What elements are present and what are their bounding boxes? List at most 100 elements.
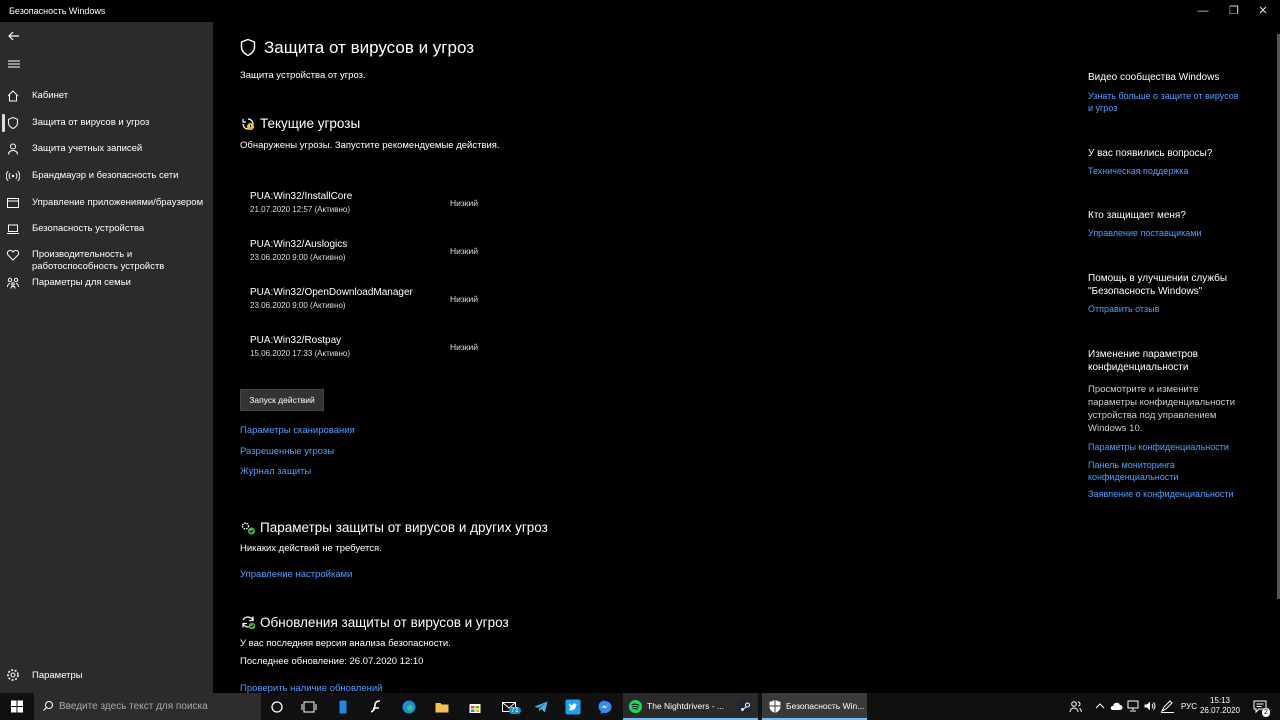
cortana-button[interactable] bbox=[262, 693, 292, 720]
taskbar-app-mail[interactable]: 71 bbox=[494, 693, 526, 720]
steam-icon bbox=[738, 700, 752, 714]
sidebar-item-firewall[interactable]: Брандмауэр и безопасность сети bbox=[0, 163, 213, 189]
scan-options-link[interactable]: Параметры сканирования bbox=[240, 425, 355, 436]
taskbar-app-label: Безопасность Win... bbox=[786, 701, 865, 711]
sidebar: Кабинет Защита от вирусов и угроз Защита… bbox=[0, 22, 213, 693]
privacy-settings-link[interactable]: Параметры конфиденциальности bbox=[1088, 441, 1258, 453]
tray-volume-button[interactable] bbox=[1142, 693, 1158, 720]
sidebar-item-settings[interactable]: Параметры bbox=[0, 662, 213, 688]
taskbar-app-telegram[interactable] bbox=[526, 693, 556, 720]
updates-status: У вас последняя версия анализа безопасно… bbox=[240, 638, 451, 649]
twitter-icon bbox=[565, 699, 581, 715]
mail-badge: 71 bbox=[509, 707, 521, 714]
privacy-heading: Изменение параметров конфиденциальности bbox=[1088, 349, 1198, 373]
sidebar-item-account-protection[interactable]: Защита учетных записей bbox=[0, 136, 213, 162]
questions-heading: У вас появились вопросы? bbox=[1088, 148, 1213, 159]
taskbar-app-flstudio[interactable] bbox=[361, 693, 391, 720]
people-icon bbox=[1069, 701, 1082, 713]
search-placeholder: Введите здесь текст для поиска bbox=[59, 701, 208, 712]
fl-app-icon bbox=[370, 700, 381, 713]
telegram-icon bbox=[534, 701, 548, 713]
threat-date: 23.06.2020 9:00 (Активно) bbox=[250, 301, 346, 310]
section-title-protection-settings: Параметры защиты от вирусов и других угр… bbox=[260, 520, 548, 535]
spotify-icon bbox=[628, 699, 643, 714]
page-title: Защита от вирусов и угроз bbox=[264, 38, 475, 57]
family-icon bbox=[7, 277, 19, 289]
chevron-up-icon bbox=[1095, 703, 1105, 709]
sidebar-item-device-security[interactable]: Безопасность устройства bbox=[0, 216, 213, 242]
title-bar: Безопасность Windows — ❐ ✕ bbox=[0, 0, 1280, 22]
tray-overflow-button[interactable] bbox=[1093, 693, 1107, 720]
threat-level: Низкий bbox=[450, 342, 478, 352]
action-center-button[interactable]: 2 bbox=[1248, 693, 1276, 720]
threat-date: 21.07.2020 12:57 (Активно) bbox=[250, 205, 351, 214]
wifi-signal-icon bbox=[6, 170, 20, 182]
tray-people-button[interactable] bbox=[1066, 693, 1086, 720]
send-feedback-link[interactable]: Отправить отзыв bbox=[1088, 303, 1258, 315]
protection-settings-description: Никаких действий не требуется. bbox=[240, 543, 382, 554]
home-icon bbox=[7, 90, 19, 102]
taskbar-app-explorer[interactable] bbox=[427, 693, 457, 720]
taskbar-search-box[interactable]: Введите здесь текст для поиска bbox=[34, 693, 261, 720]
folder-icon bbox=[435, 703, 449, 713]
sidebar-item-label: Кабинет bbox=[32, 90, 69, 101]
taskbar-app-twitter[interactable] bbox=[558, 693, 588, 720]
cortana-circle-icon bbox=[271, 701, 283, 713]
back-button[interactable] bbox=[4, 26, 24, 46]
sidebar-item-label: Брандмауэр и безопасность сети bbox=[32, 170, 179, 181]
threat-item[interactable]: PUA:Win32/OpenDownloadManager 23.06.2020… bbox=[250, 287, 550, 321]
privacy-statement-link[interactable]: Заявление о конфиденциальности bbox=[1088, 488, 1258, 500]
threat-name: PUA:Win32/Rostpay bbox=[250, 335, 342, 346]
hamburger-menu-button[interactable] bbox=[4, 54, 24, 74]
taskbar-app-steam[interactable] bbox=[730, 693, 760, 720]
sidebar-item-app-browser-control[interactable]: Управление приложениями/браузером bbox=[0, 190, 213, 216]
tray-keyboard-button[interactable] bbox=[1159, 693, 1177, 720]
windows-logo-icon bbox=[11, 700, 23, 713]
taskbar-app-store[interactable] bbox=[460, 693, 490, 720]
threat-name: PUA:Win32/Auslogics bbox=[250, 239, 348, 250]
language-indicator[interactable]: РУС bbox=[1181, 702, 1197, 711]
start-button[interactable] bbox=[0, 693, 34, 720]
taskbar-app-phone[interactable] bbox=[328, 693, 358, 720]
shield-icon bbox=[769, 700, 781, 713]
threat-item[interactable]: PUA:Win32/InstallCore 21.07.2020 12:57 (… bbox=[250, 191, 550, 225]
manage-providers-link[interactable]: Управление поставщиками bbox=[1088, 227, 1258, 239]
taskbar-app-messenger[interactable] bbox=[590, 693, 620, 720]
allowed-threats-link[interactable]: Разрешенные угрозы bbox=[240, 446, 334, 457]
manage-settings-link[interactable]: Управление настройками bbox=[240, 569, 352, 580]
threat-item[interactable]: PUA:Win32/Auslogics 23.06.2020 9:00 (Акт… bbox=[250, 239, 550, 273]
taskbar-app-windows-security[interactable]: Безопасность Win... bbox=[762, 693, 867, 720]
threat-level: Низкий bbox=[450, 198, 478, 208]
taskbar-app-edge[interactable] bbox=[394, 693, 424, 720]
sidebar-item-label: Параметры bbox=[32, 670, 83, 681]
heart-icon bbox=[6, 249, 20, 261]
close-button[interactable]: ✕ bbox=[1246, 2, 1280, 20]
minimize-button[interactable]: — bbox=[1186, 2, 1220, 20]
privacy-description: Просмотрите и измените параметры конфиден… bbox=[1088, 384, 1236, 434]
tech-support-link[interactable]: Техническая поддержка bbox=[1088, 165, 1258, 177]
taskbar-clock[interactable]: 15:13 26.07.2020 bbox=[1198, 696, 1242, 716]
person-icon bbox=[8, 143, 18, 155]
start-actions-button[interactable]: Запуск действий bbox=[240, 389, 324, 411]
back-arrow-icon bbox=[8, 31, 19, 41]
current-threats-description: Обнаружены угрозы. Запустите рекомендуем… bbox=[240, 140, 500, 151]
refresh-update-icon bbox=[242, 616, 256, 630]
threat-level: Низкий bbox=[450, 246, 478, 256]
task-view-button[interactable] bbox=[294, 693, 324, 720]
updates-last-update: Последнее обновление: 26.07.2020 12:10 bbox=[240, 656, 424, 667]
store-bag-icon bbox=[469, 704, 481, 713]
messenger-icon bbox=[598, 700, 612, 714]
sidebar-item-family-options[interactable]: Параметры для семьи bbox=[0, 270, 213, 296]
hamburger-icon bbox=[8, 60, 20, 68]
tray-network-button[interactable] bbox=[1125, 693, 1141, 720]
tray-weather-button[interactable] bbox=[1108, 693, 1124, 720]
learn-more-link[interactable]: Узнать больше о защите от вирусов и угроз bbox=[1088, 90, 1258, 114]
speaker-icon bbox=[1144, 701, 1156, 711]
sidebar-item-home[interactable]: Кабинет bbox=[0, 83, 213, 109]
taskbar: Введите здесь текст для поиска 71 The Ni… bbox=[0, 693, 1280, 720]
sidebar-item-virus-protection[interactable]: Защита от вирусов и угроз bbox=[0, 110, 213, 136]
privacy-dashboard-link[interactable]: Панель мониторинга конфиденциальности bbox=[1088, 459, 1258, 483]
threat-item[interactable]: PUA:Win32/Rostpay 15.06.2020 17:33 (Акти… bbox=[250, 335, 550, 369]
cloud-icon bbox=[1110, 702, 1123, 710]
protection-history-link[interactable]: Журнал защиты bbox=[240, 466, 311, 477]
